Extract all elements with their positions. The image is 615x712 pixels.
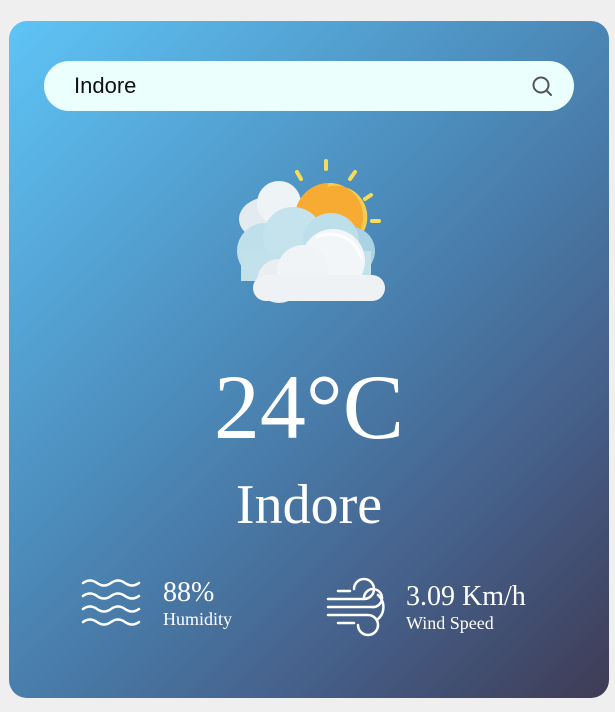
search-input[interactable]	[74, 61, 528, 111]
humidity-icon	[81, 579, 141, 626]
humidity-stat: 88% Humidity	[81, 577, 232, 629]
wind-text: 3.09 Km/h Wind Speed	[406, 581, 526, 633]
search-bar	[44, 61, 574, 111]
temperature: 24°C	[213, 356, 405, 458]
wind-stat: 3.09 Km/h Wind Speed	[324, 577, 526, 637]
humidity-text: 88% Humidity	[163, 577, 232, 629]
partly-cloudy-icon	[237, 159, 385, 303]
wind-value: 3.09 Km/h	[406, 581, 526, 612]
weather-card: 24°C Indore 88% Humidity	[9, 21, 609, 698]
wind-label: Wind Speed	[406, 613, 494, 633]
city-name: Indore	[235, 474, 383, 536]
wind-icon	[326, 577, 385, 637]
search-button[interactable]	[528, 72, 556, 100]
search-icon	[532, 76, 552, 96]
humidity-label: Humidity	[163, 609, 233, 629]
humidity-value: 88%	[163, 577, 215, 608]
